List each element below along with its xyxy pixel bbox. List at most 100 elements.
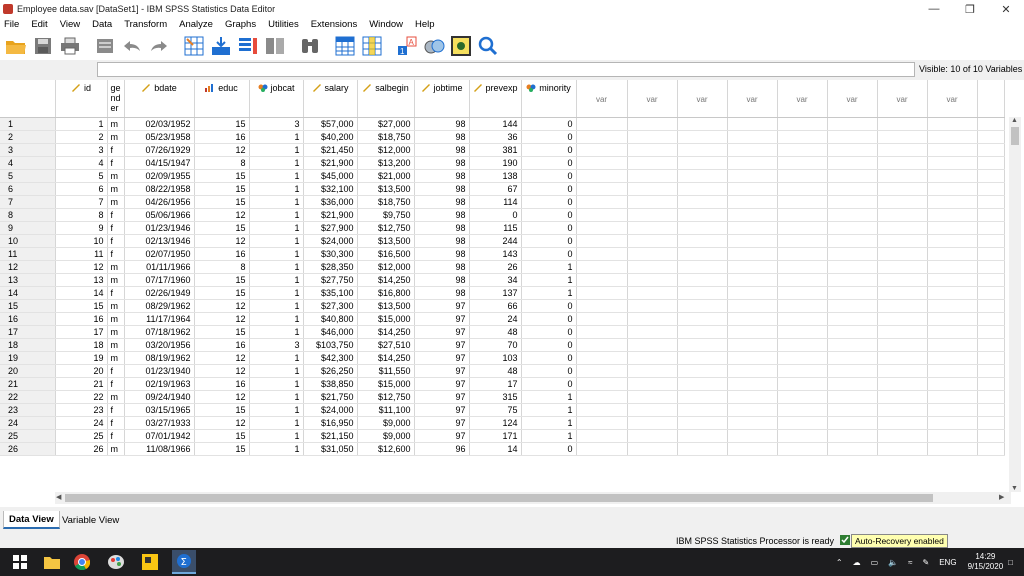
empty-cell[interactable] [727,117,777,130]
grid-cell[interactable]: $14,250 [357,325,414,338]
column-header-id[interactable]: id [55,80,107,117]
grid-cell[interactable]: m [107,390,124,403]
grid-cell[interactable]: 1 [249,390,303,403]
empty-cell[interactable] [727,403,777,416]
empty-cell[interactable] [877,312,927,325]
grid-cell[interactable]: 1 [249,195,303,208]
goto-variable-icon[interactable] [209,34,233,58]
print-icon[interactable] [58,34,82,58]
empty-cell[interactable] [977,208,1004,221]
grid-cell[interactable]: 67 [469,182,521,195]
grid-cell[interactable]: 97 [414,429,469,442]
empty-var-header[interactable]: var [576,80,627,117]
grid-cell[interactable]: 98 [414,169,469,182]
empty-cell[interactable] [677,377,727,390]
empty-cell[interactable] [576,130,627,143]
empty-cell[interactable] [677,169,727,182]
grid-cell[interactable]: 0 [521,182,576,195]
empty-cell[interactable] [927,208,977,221]
row-number[interactable]: 16 [0,312,55,325]
empty-cell[interactable] [977,299,1004,312]
row-number[interactable]: 14 [0,286,55,299]
grid-cell[interactable]: 02/26/1949 [124,286,194,299]
grid-cell[interactable]: 18 [55,338,107,351]
row-number[interactable]: 15 [0,299,55,312]
empty-cell[interactable] [727,247,777,260]
save-icon[interactable] [31,34,55,58]
grid-cell[interactable]: 1 [249,182,303,195]
empty-cell[interactable] [627,260,677,273]
empty-cell[interactable] [777,169,827,182]
empty-cell[interactable] [827,364,877,377]
grid-cell[interactable]: 9 [55,221,107,234]
row-number[interactable]: 11 [0,247,55,260]
grid-cell[interactable]: $40,200 [303,130,357,143]
empty-cell[interactable] [727,208,777,221]
grid-cell[interactable]: 08/22/1958 [124,182,194,195]
empty-cell[interactable] [927,286,977,299]
grid-cell[interactable]: 0 [521,351,576,364]
grid-cell[interactable]: $27,750 [303,273,357,286]
grid-cell[interactable]: 315 [469,390,521,403]
grid-cell[interactable]: $21,900 [303,156,357,169]
column-header-prevexp[interactable]: prevexp [469,80,521,117]
empty-var-header[interactable]: var [677,80,727,117]
empty-cell[interactable] [727,234,777,247]
column-header-salbegin[interactable]: salbegin [357,80,414,117]
grid-cell[interactable]: f [107,234,124,247]
menu-view[interactable]: View [54,19,86,30]
empty-cell[interactable] [827,195,877,208]
empty-cell[interactable] [877,351,927,364]
grid-cell[interactable]: $103,750 [303,338,357,351]
empty-cell[interactable] [977,338,1004,351]
empty-cell[interactable] [877,130,927,143]
empty-cell[interactable] [927,312,977,325]
empty-cell[interactable] [827,130,877,143]
grid-cell[interactable]: 16 [194,338,249,351]
grid-cell[interactable]: 05/06/1966 [124,208,194,221]
minimize-button[interactable]: — [916,0,952,18]
grid-cell[interactable]: $13,500 [357,299,414,312]
split-file-icon[interactable] [263,34,287,58]
value-labels-icon[interactable]: A1 [395,34,419,58]
grid-cell[interactable]: 0 [521,117,576,130]
empty-cell[interactable] [777,221,827,234]
grid-cell[interactable]: 97 [414,416,469,429]
grid-cell[interactable]: 1 [249,403,303,416]
row-number[interactable]: 3 [0,143,55,156]
scroll-right-icon[interactable]: ▶ [999,493,1004,501]
empty-cell[interactable] [977,234,1004,247]
empty-cell[interactable] [827,260,877,273]
grid-cell[interactable]: 0 [469,208,521,221]
empty-cell[interactable] [677,130,727,143]
grid-cell[interactable]: 6 [55,182,107,195]
empty-cell[interactable] [977,143,1004,156]
file-explorer-icon[interactable] [42,552,62,572]
grid-cell[interactable]: 97 [414,390,469,403]
empty-cell[interactable] [677,156,727,169]
grid-cell[interactable]: f [107,143,124,156]
row-number[interactable]: 25 [0,429,55,442]
empty-cell[interactable] [927,130,977,143]
dialog-recall-icon[interactable] [93,34,117,58]
grid-cell[interactable]: 1 [249,221,303,234]
grid-cell[interactable]: 0 [521,130,576,143]
empty-cell[interactable] [827,403,877,416]
grid-cell[interactable]: 02/09/1955 [124,169,194,182]
empty-cell[interactable] [627,221,677,234]
empty-cell[interactable] [777,429,827,442]
grid-cell[interactable]: f [107,403,124,416]
grid-cell[interactable]: $21,450 [303,143,357,156]
row-number[interactable]: 2 [0,130,55,143]
grid-cell[interactable]: 1 [55,117,107,130]
empty-cell[interactable] [677,247,727,260]
grid-cell[interactable]: 24 [469,312,521,325]
grid-cell[interactable]: $21,150 [303,429,357,442]
empty-cell[interactable] [576,156,627,169]
empty-cell[interactable] [877,364,927,377]
row-number[interactable]: 4 [0,156,55,169]
grid-cell[interactable]: 97 [414,299,469,312]
empty-cell[interactable] [576,364,627,377]
empty-cell[interactable] [627,286,677,299]
language-indicator[interactable]: ENG [939,558,956,567]
